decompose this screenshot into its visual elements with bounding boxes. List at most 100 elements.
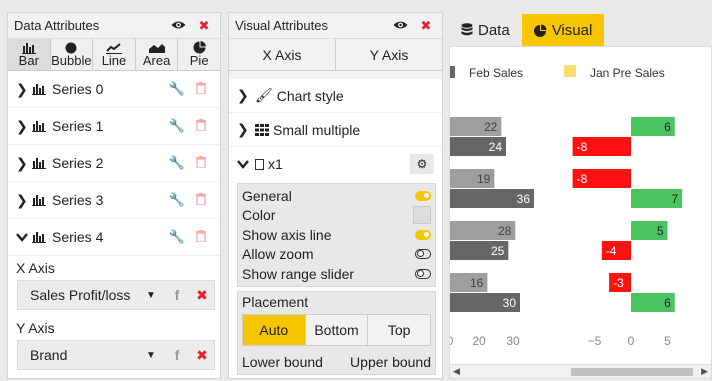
data-label: 22: [484, 120, 498, 134]
data-attributes-panel: Data Attributes ✖ Bar Bubble Line Area P…: [7, 12, 221, 379]
axis-tick-label: 30: [506, 334, 520, 348]
x-axis-select-value: Sales Profit/loss: [30, 287, 131, 303]
bar-chart-icon: [32, 195, 46, 206]
option-show-range-slider: Show range slider: [242, 264, 431, 284]
chart-svg: Feb Sales Jan Pre Sales 22 24 6 -8 19 36 -8 7 28 25…: [450, 65, 683, 348]
chevron-right-icon[interactable]: ❯: [237, 87, 255, 104]
horizontal-scrollbar[interactable]: ◀ ▶: [450, 364, 711, 378]
chevron-right-icon[interactable]: ❯: [16, 81, 32, 98]
trash-icon[interactable]: [190, 81, 212, 97]
scroll-right-icon[interactable]: ▶: [701, 366, 708, 377]
lower-bound-label: Lower bound: [242, 353, 323, 370]
wrench-icon[interactable]: 🔧: [164, 192, 190, 208]
chevron-down-icon[interactable]: [16, 229, 32, 245]
small-multiple-row[interactable]: ❯ Small multiple: [229, 113, 442, 147]
placement-top-button[interactable]: Top: [368, 314, 431, 345]
data-label: 7: [671, 192, 678, 206]
data-label: 25: [491, 244, 505, 258]
axis-tabs: X Axis Y Axis: [229, 39, 442, 71]
chevron-right-icon[interactable]: ❯: [16, 155, 32, 172]
y-axis-select[interactable]: Brand ▼ f ✖: [17, 340, 215, 370]
data-label: 6: [664, 120, 671, 134]
x1-row[interactable]: x1 ⚙: [229, 147, 442, 181]
x-axis-select[interactable]: Sales Profit/loss ▼ f ✖: [17, 280, 215, 310]
wrench-icon[interactable]: 🔧: [164, 118, 190, 134]
chart-style-label: Chart style: [276, 87, 344, 104]
chevron-right-icon[interactable]: ❯: [16, 118, 32, 135]
brush-icon: 🖌: [255, 87, 273, 103]
function-icon[interactable]: f: [164, 287, 190, 303]
show-range-slider-toggle[interactable]: [415, 268, 431, 279]
series-label: Series 4: [52, 229, 104, 245]
chart-type-line-button[interactable]: Line: [93, 39, 136, 70]
trash-icon[interactable]: [190, 229, 212, 245]
data-label: 6: [664, 296, 671, 310]
trash-icon[interactable]: [190, 118, 212, 134]
series-row[interactable]: ❯ Series 1 🔧: [8, 108, 220, 145]
line-chart-icon: [105, 42, 122, 54]
function-icon[interactable]: f: [164, 347, 190, 363]
close-icon[interactable]: ✖: [194, 18, 214, 34]
legend-label: Jan Pre Sales: [590, 66, 665, 80]
option-allow-zoom: Allow zoom: [242, 245, 431, 265]
series-label: Series 2: [52, 155, 104, 171]
close-icon[interactable]: ✖: [416, 18, 436, 34]
allow-zoom-toggle[interactable]: [415, 249, 431, 260]
series-row[interactable]: ❯ Series 3 🔧: [8, 182, 220, 219]
scroll-left-icon[interactable]: ◀: [453, 366, 460, 377]
show-axis-line-toggle[interactable]: [415, 229, 431, 240]
bar-chart-icon: [32, 158, 46, 169]
placement-bottom-button[interactable]: Bottom: [305, 314, 369, 345]
chevron-right-icon[interactable]: ❯: [16, 192, 32, 209]
scrollbar-thumb[interactable]: [571, 368, 693, 376]
general-toggle[interactable]: [415, 190, 431, 201]
series-row[interactable]: ❯ Series 2 🔧: [8, 145, 220, 182]
option-label: General: [242, 187, 292, 204]
bar-chart-icon: [32, 232, 46, 243]
legend-swatch: [564, 65, 576, 77]
tab-visual-label: Visual: [551, 21, 593, 39]
option-label: Color: [242, 207, 276, 224]
placement-buttons: Auto Bottom Top: [242, 313, 431, 346]
chart-type-bubble-button[interactable]: Bubble: [50, 39, 94, 70]
gear-icon[interactable]: ⚙: [410, 154, 434, 174]
chart-type-label: Area: [142, 52, 171, 68]
placement-auto-button[interactable]: Auto: [243, 314, 306, 345]
axis-tick-label: 0: [628, 334, 635, 348]
trash-icon[interactable]: [190, 155, 212, 171]
tab-x-axis[interactable]: X Axis: [229, 39, 336, 70]
tab-data[interactable]: Data: [449, 14, 522, 46]
tab-visual[interactable]: Visual: [521, 14, 605, 46]
chart-type-area-button[interactable]: Area: [135, 39, 179, 70]
series-row[interactable]: ❯ Series 0 🔧: [8, 71, 220, 108]
trash-icon[interactable]: [190, 192, 212, 208]
caret-down-icon[interactable]: ▼: [146, 350, 164, 361]
chevron-down-icon[interactable]: [237, 156, 255, 172]
chart-style-row[interactable]: ❯ 🖌 Chart style: [229, 79, 442, 113]
wrench-icon[interactable]: 🔧: [164, 81, 190, 97]
series-label: Series 1: [52, 118, 104, 134]
grid-icon: [255, 123, 269, 136]
chart-type-bar-button[interactable]: Bar: [8, 39, 51, 70]
remove-icon[interactable]: ✖: [190, 287, 214, 304]
wrench-icon[interactable]: 🔧: [164, 229, 190, 245]
series-row-expanded[interactable]: Series 4 🔧: [8, 219, 220, 256]
x1-label: x1: [268, 156, 283, 172]
tab-y-axis[interactable]: Y Axis: [336, 39, 442, 70]
color-swatch[interactable]: [413, 206, 431, 225]
eye-icon[interactable]: [390, 18, 410, 33]
placement-box: Placement Auto Bottom Top Lower bound Up…: [237, 290, 436, 375]
data-label: -8: [577, 140, 588, 154]
axis-tick-label: 5: [664, 334, 671, 348]
chart-type-label: Pie: [189, 53, 209, 68]
placement-label: Placement: [242, 293, 309, 310]
small-multiple-label: Small multiple: [273, 121, 361, 138]
eye-icon[interactable]: [168, 18, 188, 33]
caret-down-icon[interactable]: ▼: [146, 290, 164, 301]
wrench-icon[interactable]: 🔧: [164, 155, 190, 171]
data-label: 24: [489, 140, 503, 154]
remove-icon[interactable]: ✖: [190, 347, 214, 364]
chevron-right-icon[interactable]: ❯: [237, 121, 255, 138]
chart-type-pie-button[interactable]: Pie: [178, 39, 220, 70]
visual-attributes-title: Visual Attributes: [235, 18, 328, 33]
